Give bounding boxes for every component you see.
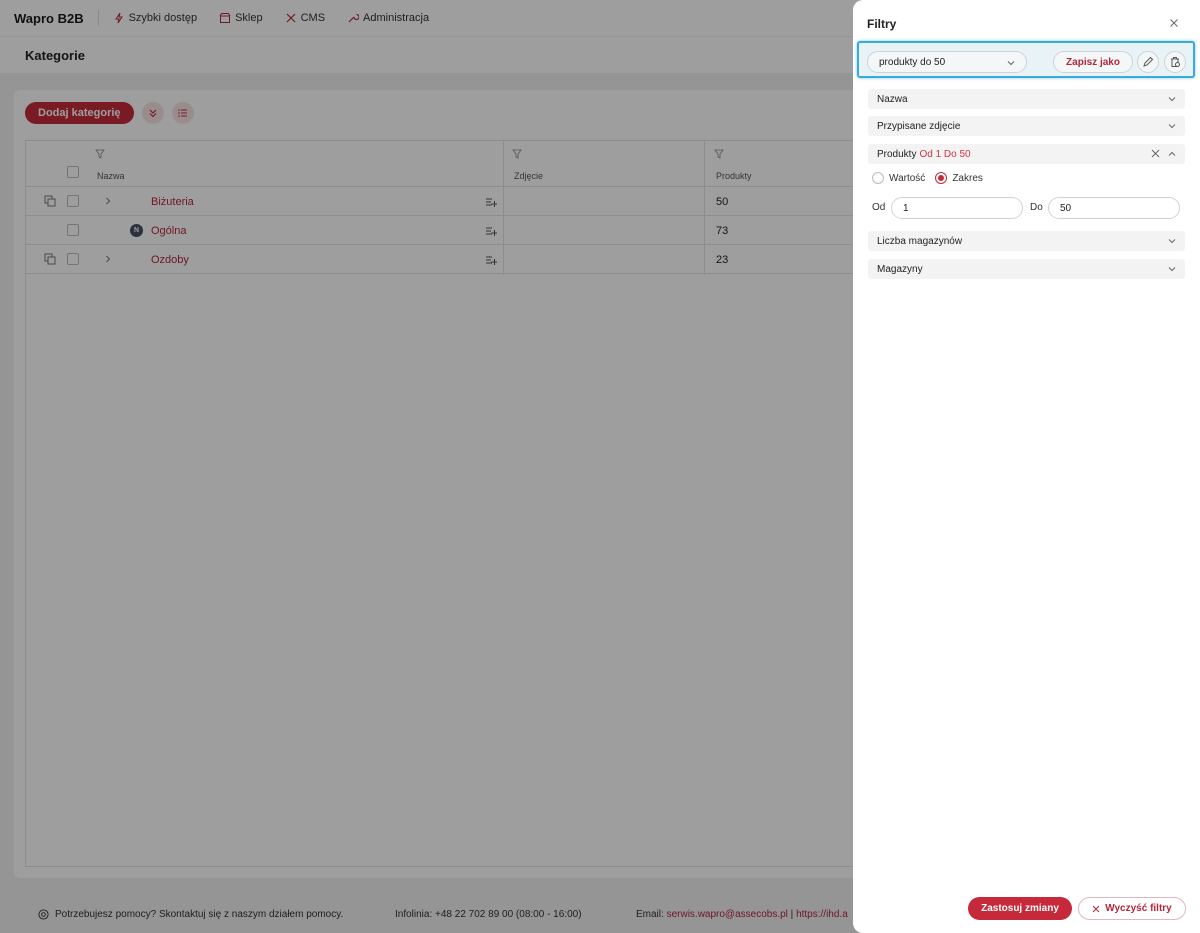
radio-range-label: Zakres	[952, 172, 983, 184]
radio-range[interactable]	[935, 172, 948, 184]
filter-section-photo[interactable]: Przypisane zdjęcie	[868, 116, 1185, 136]
active-filter-range: Od 1 Do 50	[919, 148, 971, 160]
filter-section-warehouse-count-label: Liczba magazynów	[877, 235, 963, 247]
filter-section-warehouse-count[interactable]: Liczba magazynów	[868, 231, 1185, 251]
range-to-label: Do	[1030, 202, 1043, 213]
radio-value-label: Wartość	[889, 172, 926, 184]
clear-filters-label: Wyczyść filtry	[1105, 903, 1172, 914]
filter-preset-value: produkty do 50	[879, 56, 946, 68]
filter-section-warehouses[interactable]: Magazyny	[868, 259, 1185, 279]
range-from-input[interactable]	[891, 197, 1023, 219]
filter-preset-select[interactable]: produkty do 50	[867, 51, 1027, 73]
edit-preset-button[interactable]	[1137, 51, 1159, 73]
delete-preset-button[interactable]	[1164, 51, 1186, 73]
save-as-button[interactable]: Zapisz jako	[1053, 51, 1133, 73]
filter-section-name[interactable]: Nazwa	[868, 89, 1185, 109]
clear-filters-button[interactable]: Wyczyść filtry	[1078, 897, 1186, 920]
chevron-down-icon	[1168, 239, 1176, 244]
filter-section-warehouses-label: Magazyny	[877, 263, 923, 275]
chevron-down-icon	[1168, 267, 1176, 272]
pencil-icon	[1143, 56, 1154, 67]
radio-value[interactable]	[872, 172, 884, 184]
filter-section-photo-label: Przypisane zdjęcie	[877, 120, 961, 132]
range-to-input[interactable]	[1048, 197, 1180, 219]
chevron-down-icon	[1168, 97, 1176, 102]
close-icon[interactable]	[1169, 18, 1179, 28]
drawer-title: Filtry	[867, 17, 897, 31]
saved-filter-preset-bar: produkty do 50 Zapisz jako	[857, 41, 1195, 78]
close-icon	[1092, 905, 1100, 912]
apply-changes-button[interactable]: Zastosuj zmiany	[968, 897, 1072, 920]
filter-section-products[interactable]: Produkty Od 1 Do 50	[868, 144, 1185, 164]
range-from-label: Od	[872, 202, 886, 213]
filter-section-name-label: Nazwa	[877, 93, 908, 105]
filter-section-products-label: Produkty	[877, 148, 917, 160]
filter-mode-radio-group: Wartość Zakres	[872, 172, 983, 184]
chevron-up-icon	[1168, 151, 1176, 156]
chevron-down-icon	[1007, 61, 1015, 66]
filters-drawer: Filtry produkty do 50 Zapisz jako Nazwa …	[853, 0, 1200, 933]
trash-icon	[1171, 57, 1180, 67]
chevron-down-icon	[1168, 124, 1176, 129]
clear-filter-icon[interactable]	[1151, 149, 1160, 158]
